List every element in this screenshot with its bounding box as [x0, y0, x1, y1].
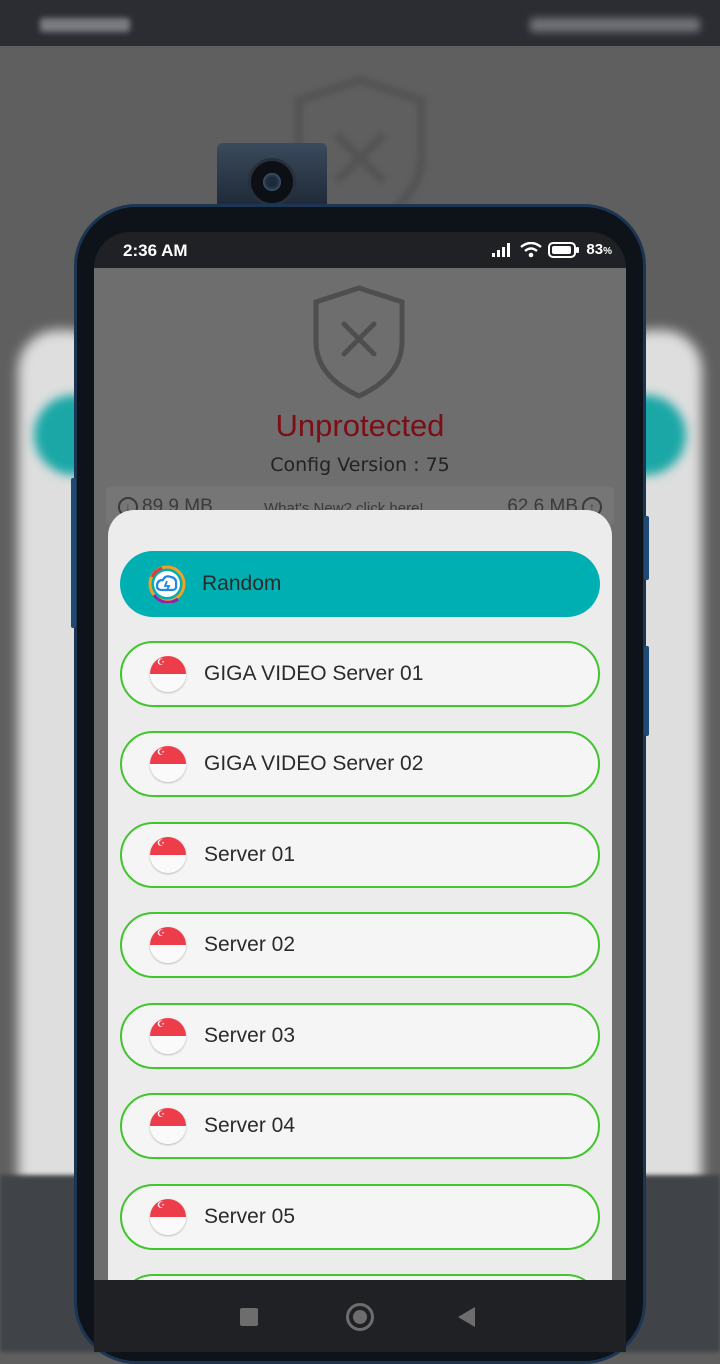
singapore-flag-icon: ☪ — [150, 1199, 186, 1235]
phone-side-button-right-bottom — [644, 646, 649, 736]
phone-screen: 2:36 AM 83% Unprotected Config Version:… — [94, 232, 626, 1352]
status-time: 2:36 AM — [123, 241, 188, 260]
singapore-flag-icon: ☪ — [150, 1018, 186, 1054]
singapore-flag-icon: ☪ — [150, 1108, 186, 1144]
server-name: Server 01 — [204, 843, 296, 866]
home-button[interactable] — [346, 1303, 374, 1331]
singapore-flag-icon: ☪ — [150, 927, 186, 963]
server-name: Server 05 — [204, 1205, 296, 1228]
random-cloud-icon — [148, 565, 186, 603]
server-name: Server 03 — [204, 1024, 296, 1047]
shield-x-icon — [313, 285, 405, 399]
background-status-bar — [0, 0, 720, 46]
phone-side-button-right-top — [644, 516, 649, 580]
background-icons-blur — [530, 18, 700, 32]
server-item[interactable]: ☪ GIGA VIDEO Server 01 — [120, 641, 600, 707]
server-item[interactable]: ☪ GIGA VIDEO Server 02 — [120, 731, 600, 797]
battery-percent: 83% — [586, 241, 612, 258]
singapore-flag-icon: ☪ — [150, 746, 186, 782]
server-item[interactable]: ☪ Server 04 — [120, 1093, 600, 1159]
server-item[interactable]: ☪ Server 02 — [120, 912, 600, 978]
background-time-blur — [40, 18, 130, 32]
camera-lens-icon — [248, 158, 296, 206]
server-item[interactable]: ☪ Server 03 — [120, 1003, 600, 1069]
server-name: Random — [202, 572, 282, 595]
status-bar: 2:36 AM 83% — [94, 232, 626, 268]
wifi-icon — [520, 241, 543, 257]
back-button[interactable] — [458, 1307, 475, 1327]
server-item-random[interactable]: Random — [120, 551, 600, 617]
app-content: Unprotected Config Version : 75 ↓ 89.9 M… — [94, 268, 626, 1352]
server-name: GIGA VIDEO Server 01 — [204, 662, 424, 685]
recents-button[interactable] — [240, 1308, 258, 1326]
connection-status-title: Unprotected — [275, 408, 445, 443]
navigation-bar — [94, 1280, 626, 1352]
server-list-sheet: Random ☪ GIGA VIDEO Server 01 ☪ GIGA VID… — [108, 510, 612, 1310]
battery-icon — [548, 241, 580, 258]
config-version: Config Version : 75 — [270, 454, 450, 476]
signal-icon — [492, 242, 511, 257]
status-icons: 83% — [492, 241, 612, 258]
singapore-flag-icon: ☪ — [150, 837, 186, 873]
server-item[interactable]: ☪ Server 01 — [120, 822, 600, 888]
singapore-flag-icon: ☪ — [150, 656, 186, 692]
server-name: Server 04 — [204, 1114, 296, 1137]
server-name: GIGA VIDEO Server 02 — [204, 752, 424, 775]
server-item[interactable]: ☪ Server 05 — [120, 1184, 600, 1250]
phone-side-button-left — [71, 478, 76, 628]
server-name: Server 02 — [204, 933, 296, 956]
